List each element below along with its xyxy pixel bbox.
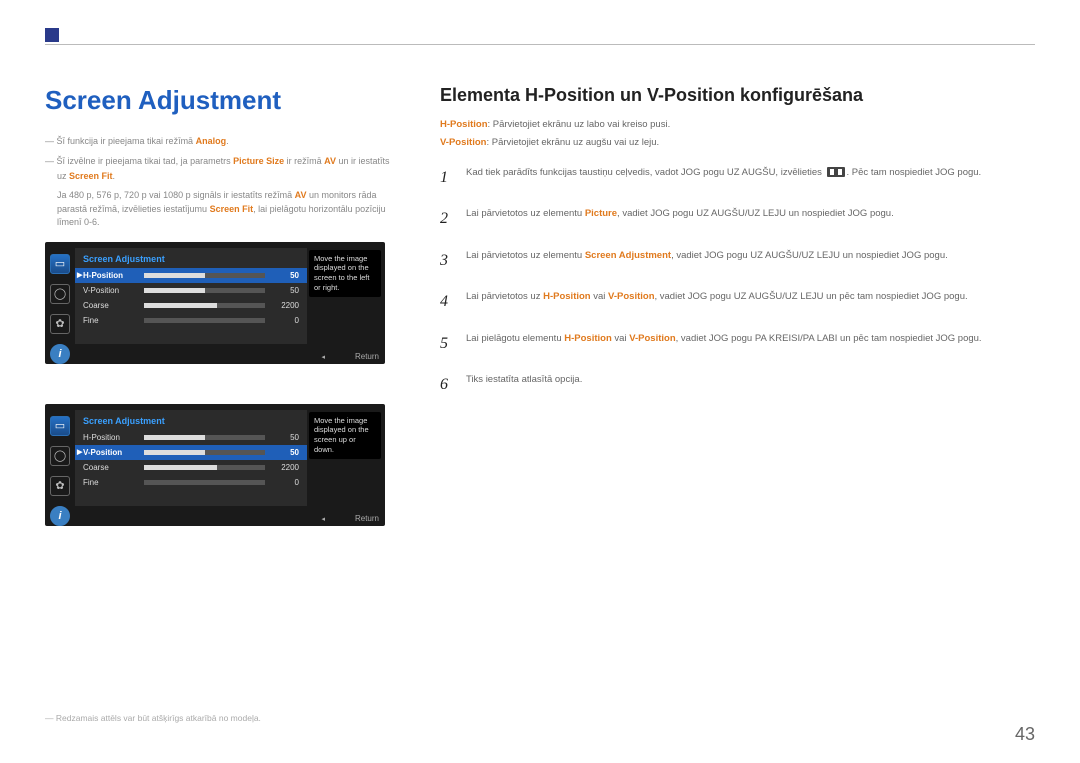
osd-screenshot-2: ▭ ◯ ✿ i Screen Adjustment H-Position 50 …: [45, 404, 385, 526]
right-column: Elementa H-Position un V-Position konfig…: [440, 85, 1035, 526]
steps-list: 1 Kad tiek parādīts funkcijas taustiņu c…: [440, 165, 1035, 399]
section-title: Screen Adjustment: [45, 85, 400, 116]
osd-tooltip-1: Move the image displayed on the screen t…: [309, 250, 381, 297]
osd-panel: Screen Adjustment H-Position 50 V-Positi…: [75, 410, 307, 506]
info-icon: i: [50, 506, 70, 526]
circle-icon: ◯: [50, 284, 70, 304]
kw-screen-fit2: Screen Fit: [210, 204, 254, 214]
note-analog: Šī funkcija ir pieejama tikai režīmā Ana…: [45, 134, 400, 148]
circle-icon: ◯: [50, 446, 70, 466]
osd-row-fine: Fine 0: [75, 313, 307, 328]
sub-note: Ja 480 p, 576 p, 720 p vai 1080 p signāl…: [45, 189, 400, 230]
osd-tooltip-2: Move the image displayed on the screen u…: [309, 412, 381, 459]
note-screen-fit: Šī izvēlne ir pieejama tikai tad, ja par…: [45, 154, 400, 183]
kw-analog: Analog: [196, 136, 227, 146]
left-column: Screen Adjustment Šī funkcija ir pieejam…: [45, 85, 400, 526]
monitor-icon: ▭: [50, 416, 70, 436]
osd-row-hpos: H-Position 50: [75, 430, 307, 445]
osd-row-hpos: H-Position 50: [75, 268, 307, 283]
desc-hpos: H-Position: Pārvietojiet ekrānu uz labo …: [440, 118, 1035, 132]
step-6: 6 Tiks iestatīta atlasītā opcija.: [440, 372, 1035, 398]
osd-row-coarse: Coarse 2200: [75, 298, 307, 313]
step-2: 2 Lai pārvietotos uz elementu Picture, v…: [440, 206, 1035, 232]
gear-icon: ✿: [50, 314, 70, 334]
kw-picture-size: Picture Size: [233, 156, 284, 166]
top-rule: [45, 44, 1035, 45]
osd-panel: Screen Adjustment H-Position 50 V-Positi…: [75, 248, 307, 344]
kw-screen-fit: Screen Fit: [69, 171, 113, 181]
osd-row-vpos: V-Position 50: [75, 445, 307, 460]
monitor-icon: ▭: [50, 254, 70, 274]
page-number: 43: [1015, 724, 1035, 745]
disclaimer: Redzamais attēls var būt atšķirīgs atkar…: [45, 713, 261, 723]
kw-av: AV: [324, 156, 336, 166]
right-title: Elementa H-Position un V-Position konfig…: [440, 85, 1035, 106]
osd-footer: ◂Return: [321, 514, 379, 523]
kw-av2: AV: [295, 190, 307, 200]
osd-row-fine: Fine 0: [75, 475, 307, 490]
menu-icon: [827, 167, 845, 177]
page-layout: Screen Adjustment Šī funkcija ir pieejam…: [45, 85, 1035, 526]
gear-icon: ✿: [50, 476, 70, 496]
chapter-accent: [45, 28, 59, 42]
step-3: 3 Lai pārvietotos uz elementu Screen Adj…: [440, 248, 1035, 274]
osd-footer: ◂Return: [321, 352, 379, 361]
step-5: 5 Lai pielāgotu elementu H-Position vai …: [440, 331, 1035, 357]
step-4: 4 Lai pārvietotos uz H-Position vai V-Po…: [440, 289, 1035, 315]
osd-header: Screen Adjustment: [75, 416, 307, 430]
osd-sidebar: ▭ ◯ ✿ i: [45, 410, 75, 526]
osd-row-vpos: V-Position 50: [75, 283, 307, 298]
info-icon: i: [50, 344, 70, 364]
osd-sidebar: ▭ ◯ ✿ i: [45, 248, 75, 364]
osd-row-coarse: Coarse 2200: [75, 460, 307, 475]
osd-header: Screen Adjustment: [75, 254, 307, 268]
step-1: 1 Kad tiek parādīts funkcijas taustiņu c…: [440, 165, 1035, 191]
osd-screenshot-1: ▭ ◯ ✿ i Screen Adjustment H-Position 50 …: [45, 242, 385, 364]
desc-vpos: V-Position: Pārvietojiet ekrānu uz augšu…: [440, 136, 1035, 150]
